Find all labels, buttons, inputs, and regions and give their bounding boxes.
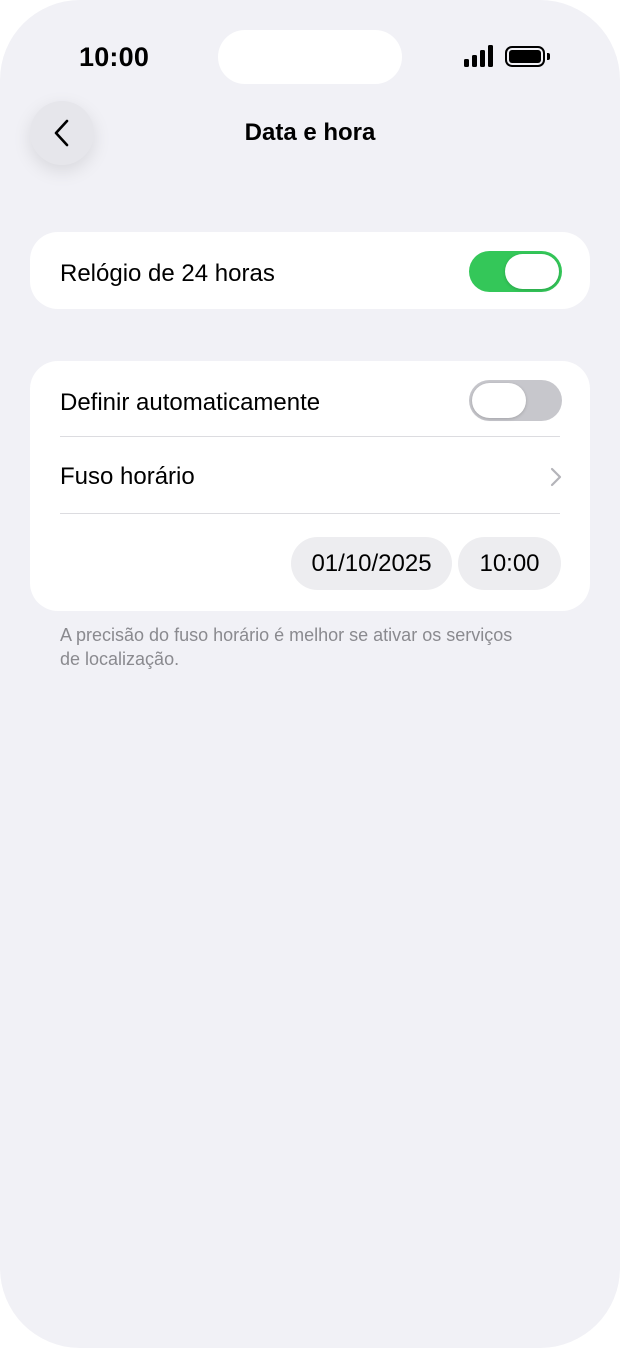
status-bar-icons: [464, 44, 550, 68]
timezone-label: Fuso horário: [60, 463, 195, 490]
clock-format-label: Relógio de 24 horas: [60, 259, 275, 287]
chevron-right-icon: [550, 467, 562, 487]
clock-format-row: Relógio de 24 horas: [60, 251, 562, 292]
timezone-footnote: A precisão do fuso horário é melhor se a…: [60, 625, 513, 669]
dynamic-island: [218, 30, 402, 84]
date-time-pickers: 01/10/2025 10:00: [60, 537, 561, 590]
auto-set-label: Definir automaticamente: [60, 388, 321, 416]
divider: [60, 436, 560, 437]
auto-set-toggle[interactable]: [469, 380, 562, 421]
status-bar-time: 10:00: [79, 42, 150, 72]
battery-icon: [505, 45, 550, 67]
toggle-knob: [505, 254, 559, 289]
signal-icon: [464, 45, 493, 67]
phone-screen: 10:00 Data e hora Relógio de 24 horas De…: [0, 0, 620, 1348]
page-title: Data e hora: [244, 119, 376, 146]
date-picker-button[interactable]: 01/10/2025: [291, 537, 452, 590]
date-time-card: Definir automaticamente Fuso horário 01/…: [30, 361, 590, 611]
clock-24h-toggle[interactable]: [469, 251, 562, 292]
auto-set-row: Definir automaticamente: [60, 380, 562, 421]
clock-format-card: Relógio de 24 horas: [30, 232, 590, 309]
timezone-row[interactable]: Fuso horário: [60, 462, 562, 492]
time-picker-button[interactable]: 10:00: [458, 537, 561, 590]
toggle-knob: [472, 383, 526, 418]
divider: [60, 513, 560, 514]
